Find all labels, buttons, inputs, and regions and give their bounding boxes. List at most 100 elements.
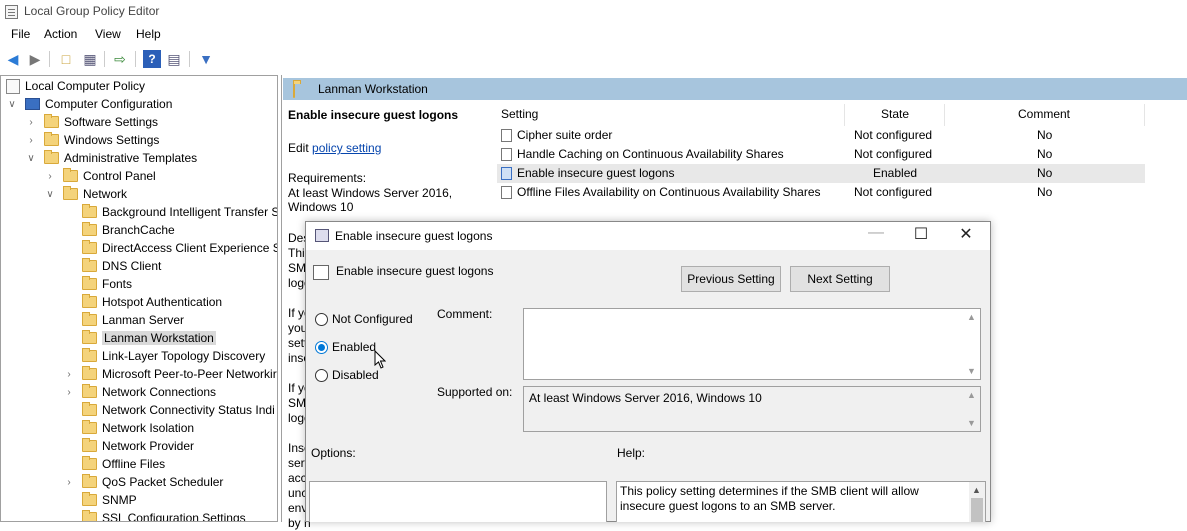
export-list-icon[interactable]: ⇨ xyxy=(111,50,129,68)
computer-icon xyxy=(25,98,40,110)
tree-item-ssl-configuration[interactable]: SSL Configuration Settings xyxy=(82,509,246,521)
up-folder-icon[interactable]: □ xyxy=(57,50,75,68)
column-divider[interactable] xyxy=(844,104,845,126)
column-comment[interactable]: Comment xyxy=(1018,107,1070,121)
column-setting[interactable]: Setting xyxy=(501,107,538,121)
expand-chevron-icon[interactable]: › xyxy=(64,387,74,398)
tree-item-hotspot-authentication[interactable]: Hotspot Authentication xyxy=(82,293,222,311)
tree-item-lanman-server[interactable]: Lanman Server xyxy=(82,311,184,329)
properties-icon[interactable]: ▤ xyxy=(165,50,183,68)
column-state[interactable]: State xyxy=(881,107,909,121)
folder-icon xyxy=(63,186,78,200)
tree-item-offline-files[interactable]: Offline Files xyxy=(82,455,165,473)
menu-help[interactable]: Help xyxy=(136,27,161,41)
supported-scrollbar[interactable]: ▲ ▼ xyxy=(964,387,980,431)
tree-item-network-isolation[interactable]: Network Isolation xyxy=(82,419,194,437)
tree-item-software-settings[interactable]: › Software Settings xyxy=(26,113,158,131)
tree-item-windows-settings[interactable]: › Windows Settings xyxy=(26,131,159,149)
tree-item-directaccess[interactable]: DirectAccess Client Experience Se xyxy=(82,239,277,257)
column-divider[interactable] xyxy=(1144,104,1145,126)
close-icon[interactable]: ✕ xyxy=(946,224,986,246)
folder-icon xyxy=(293,82,295,98)
settings-list-header: Setting State Comment xyxy=(489,104,1187,126)
setting-row[interactable]: Cipher suite order Not configured No xyxy=(497,126,1145,145)
policy-icon xyxy=(6,78,20,94)
description-title: Enable insecure guest logons xyxy=(288,108,459,122)
collapse-chevron-icon[interactable]: ∨ xyxy=(26,153,36,164)
folder-icon xyxy=(82,510,97,521)
scroll-up-icon[interactable]: ▲ xyxy=(967,390,976,400)
folder-icon xyxy=(82,240,97,254)
minimize-icon[interactable]: — xyxy=(856,224,896,246)
collapse-chevron-icon[interactable]: ∨ xyxy=(7,99,17,110)
scroll-down-icon[interactable]: ▼ xyxy=(967,418,976,428)
tree-item-peer-to-peer[interactable]: › Microsoft Peer-to-Peer Networkir xyxy=(64,365,277,383)
forward-arrow-icon[interactable]: ▶ xyxy=(26,50,44,68)
scroll-up-icon[interactable]: ▲ xyxy=(972,485,981,495)
radio-button-selected[interactable] xyxy=(315,340,328,354)
scroll-up-icon[interactable]: ▲ xyxy=(967,312,976,322)
tree-item-qos[interactable]: › QoS Packet Scheduler xyxy=(64,473,223,491)
tree-item-fonts[interactable]: Fonts xyxy=(82,275,132,293)
tree-item-administrative-templates[interactable]: ∨ Administrative Templates xyxy=(26,149,197,167)
policy-setting-link[interactable]: policy setting xyxy=(312,141,381,155)
mouse-cursor-icon xyxy=(374,350,386,369)
scroll-down-icon[interactable]: ▼ xyxy=(967,366,976,376)
tree-item-snmp[interactable]: SNMP xyxy=(82,491,137,509)
tree-item-control-panel[interactable]: › Control Panel xyxy=(45,167,156,185)
expand-chevron-icon[interactable]: › xyxy=(26,135,36,146)
comment-scrollbar[interactable]: ▲ ▼ xyxy=(964,309,980,379)
previous-setting-button[interactable]: Previous Setting xyxy=(681,266,781,292)
setting-icon xyxy=(501,167,512,180)
tree-item-ncsi[interactable]: Network Connectivity Status Indi xyxy=(82,401,275,419)
tree-item-bits[interactable]: Background Intelligent Transfer S xyxy=(82,203,277,221)
menu-file[interactable]: File xyxy=(11,27,30,41)
back-arrow-icon[interactable]: ◀ xyxy=(4,50,22,68)
column-divider[interactable] xyxy=(944,104,945,126)
collapse-chevron-icon[interactable]: ∨ xyxy=(45,189,55,200)
show-hide-tree-icon[interactable]: ▦ xyxy=(81,50,99,68)
menu-action[interactable]: Action xyxy=(44,27,77,41)
expand-chevron-icon[interactable]: › xyxy=(64,369,74,380)
maximize-icon[interactable]: ☐ xyxy=(901,224,941,246)
setting-icon xyxy=(501,186,512,199)
help-icon[interactable]: ? xyxy=(143,50,161,68)
filter-icon[interactable]: ▼ xyxy=(197,50,215,68)
tree-item-dns-client[interactable]: DNS Client xyxy=(82,257,161,275)
requirements-label: Requirements: xyxy=(288,171,367,185)
menu-view[interactable]: View xyxy=(95,27,121,41)
radio-disabled[interactable]: Disabled xyxy=(315,368,379,382)
tree-item-link-layer-topology[interactable]: Link-Layer Topology Discovery xyxy=(82,347,265,365)
setting-row[interactable]: Handle Caching on Continuous Availabilit… xyxy=(497,145,1145,164)
comment-label: Comment: xyxy=(437,307,493,321)
help-panel: This policy setting determines if the SM… xyxy=(616,481,986,522)
expand-chevron-icon[interactable]: › xyxy=(45,171,55,182)
setting-row[interactable]: Offline Files Availability on Continuous… xyxy=(497,183,1145,202)
tree-item-branchcache[interactable]: BranchCache xyxy=(82,221,175,239)
folder-icon xyxy=(82,276,97,290)
tree-item-network[interactable]: ∨ Network xyxy=(45,185,127,203)
tree-item-network-provider[interactable]: Network Provider xyxy=(82,437,194,455)
comment-textarea[interactable]: ▲ ▼ xyxy=(523,308,981,380)
setting-icon xyxy=(313,265,329,280)
tree-item-network-connections[interactable]: › Network Connections xyxy=(64,383,216,401)
expand-chevron-icon[interactable]: › xyxy=(26,117,36,128)
requirements-text: At least Windows Server 2016, Windows 10 xyxy=(288,186,453,214)
radio-not-configured[interactable]: Not Configured xyxy=(315,312,413,326)
folder-icon xyxy=(82,474,97,488)
help-scrollbar[interactable]: ▲ xyxy=(969,482,985,522)
setting-row-selected[interactable]: Enable insecure guest logons Enabled No xyxy=(497,164,1145,183)
next-setting-button[interactable]: Next Setting xyxy=(790,266,890,292)
radio-button[interactable] xyxy=(315,368,328,382)
folder-icon xyxy=(63,168,78,182)
folder-icon xyxy=(82,456,97,470)
tree-item-computer-configuration[interactable]: ∨ Computer Configuration xyxy=(7,95,172,113)
folder-icon xyxy=(82,348,97,362)
tree-item-lanman-workstation[interactable]: Lanman Workstation xyxy=(82,329,216,347)
radio-enabled[interactable]: Enabled xyxy=(315,340,376,354)
radio-button[interactable] xyxy=(315,312,328,326)
folder-icon xyxy=(82,402,97,416)
expand-chevron-icon[interactable]: › xyxy=(64,477,74,488)
tree-item-root[interactable]: Local Computer Policy xyxy=(6,77,145,95)
scroll-thumb[interactable] xyxy=(971,498,983,522)
